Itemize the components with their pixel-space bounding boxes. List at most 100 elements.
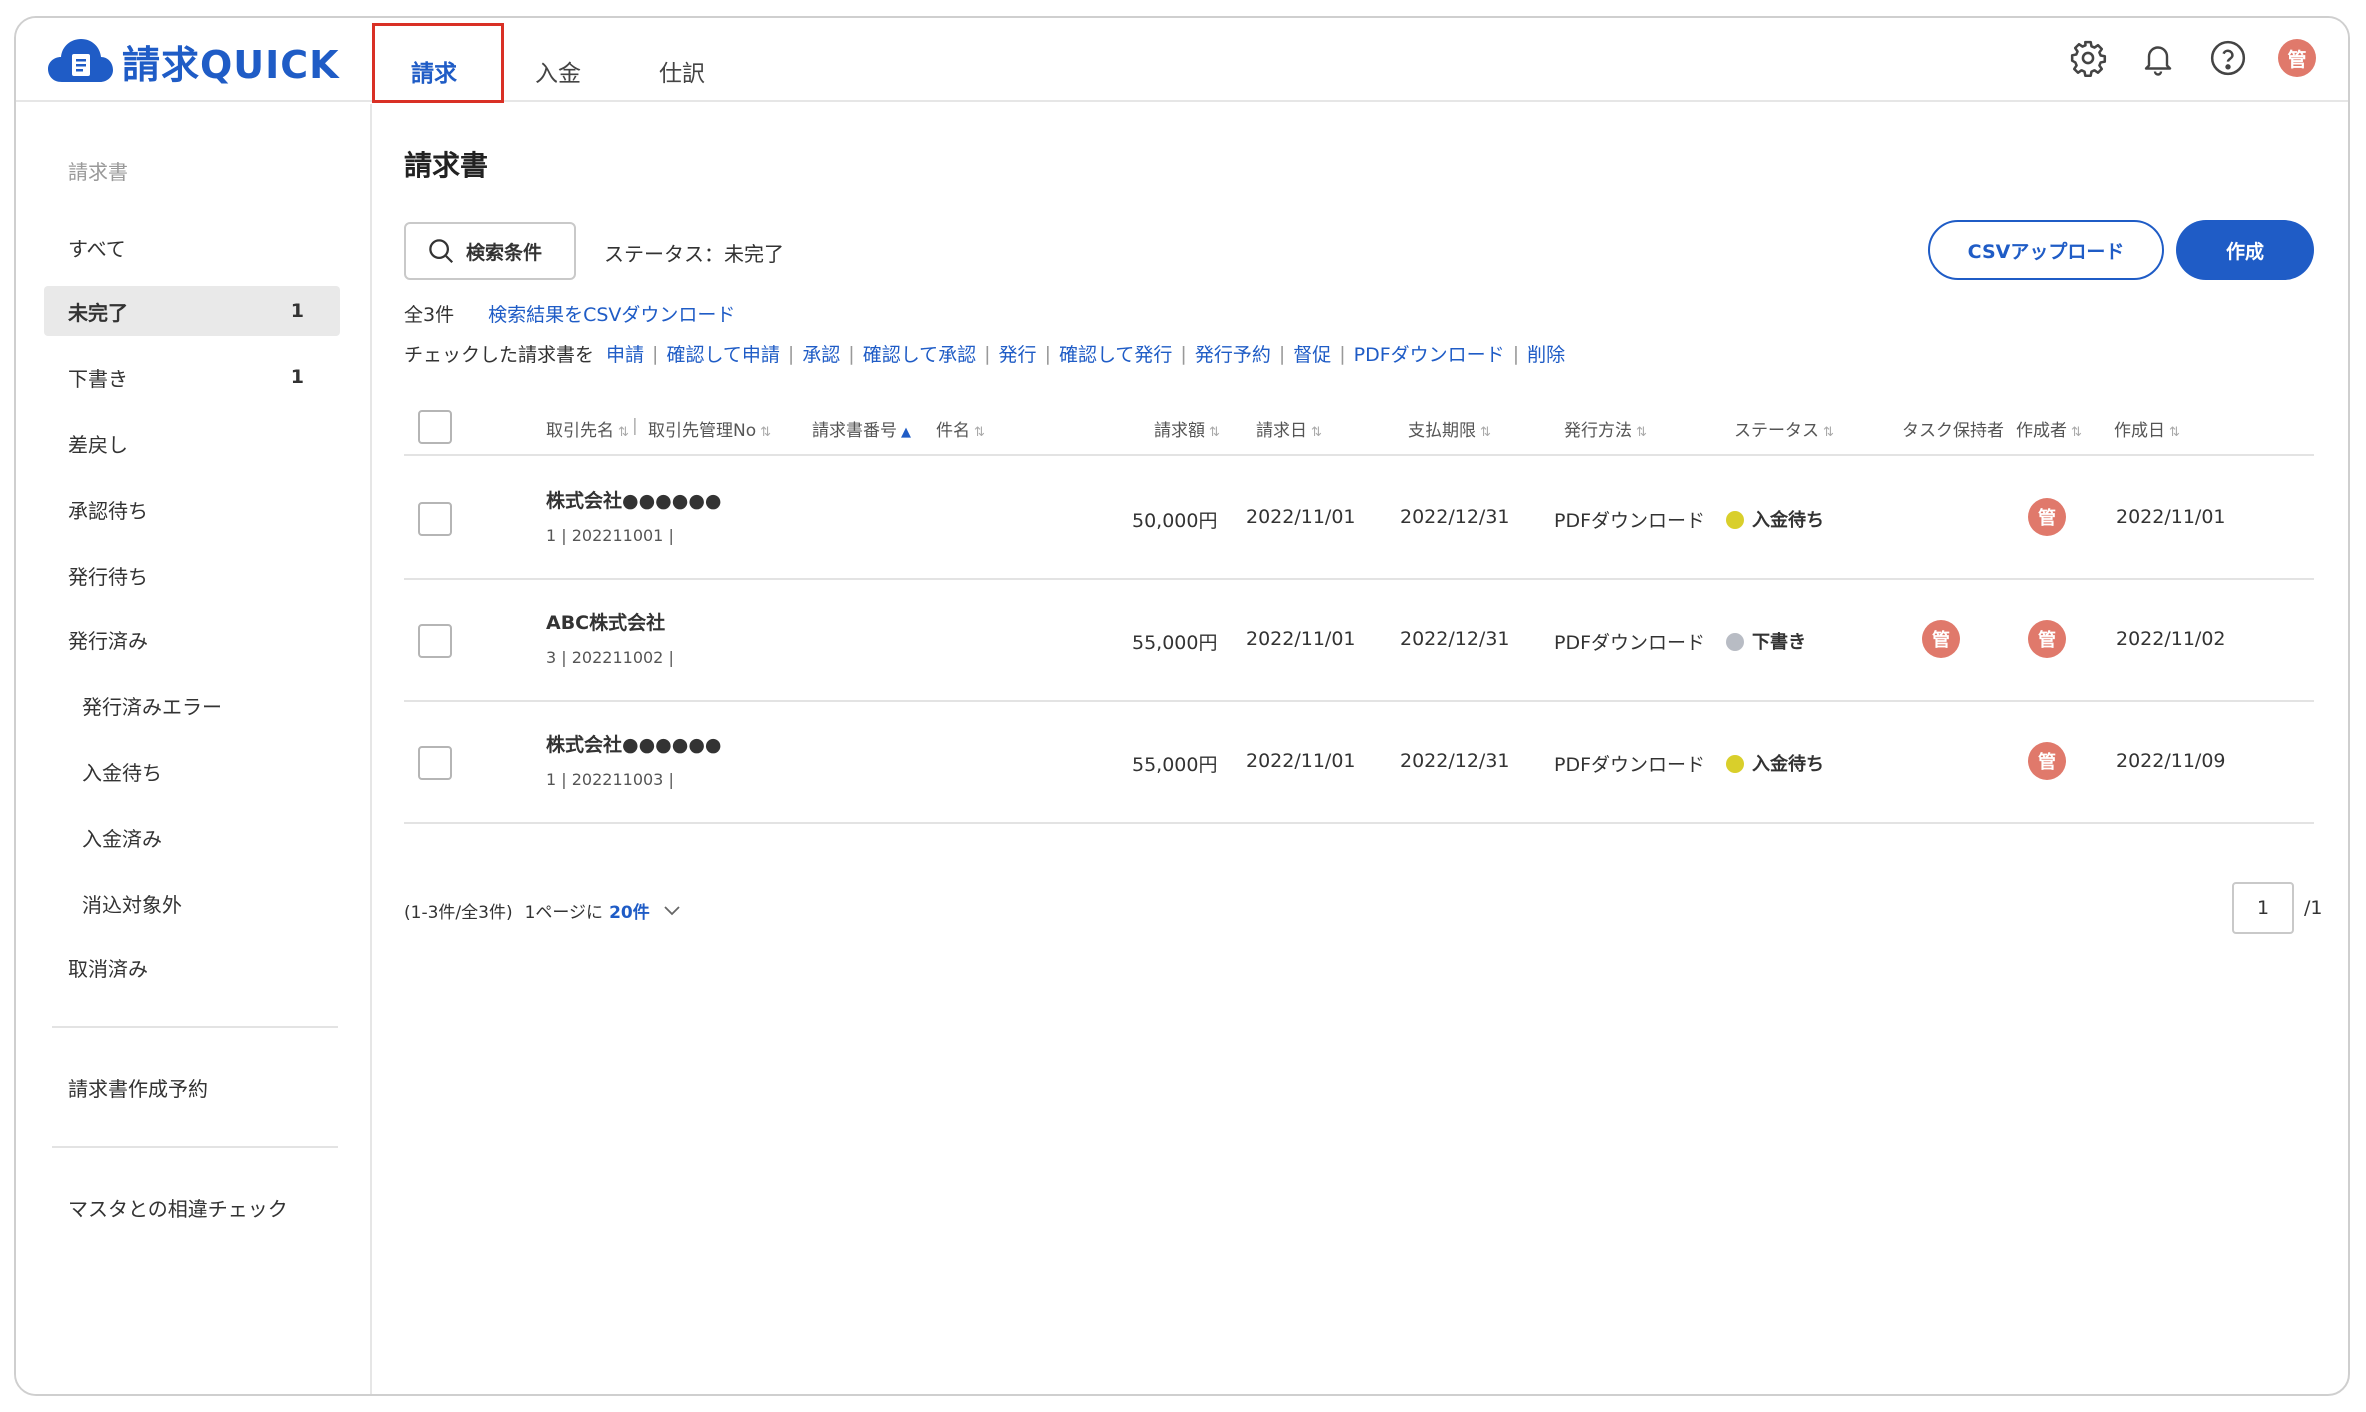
- select-all-checkbox[interactable]: [418, 410, 452, 444]
- sidebar-item-label: すべて: [68, 236, 126, 261]
- per-page-label: 1ページに: [524, 903, 604, 923]
- page-number-input[interactable]: 1: [2232, 882, 2294, 934]
- sidebar-item-awaiting-approval[interactable]: 承認待ち: [44, 484, 340, 534]
- chevron-down-icon[interactable]: [662, 904, 682, 918]
- sidebar-item-excluded[interactable]: 消込対象外: [44, 878, 340, 928]
- th-creator[interactable]: 作成者 ⇅: [2016, 416, 2082, 441]
- partner-name[interactable]: ABC株式会社: [546, 608, 665, 635]
- th-label: ステータス: [1734, 421, 1819, 441]
- top-header: 請求QUICK 請求 入金 仕訳 管: [16, 18, 2348, 103]
- th-created[interactable]: 作成日 ⇅: [2114, 416, 2180, 441]
- logo[interactable]: 請求QUICK: [46, 36, 340, 87]
- sidebar-item-returned[interactable]: 差戻し: [44, 418, 340, 468]
- app-window: 請求QUICK 請求 入金 仕訳 管 請求書 すべて 未完了 1 下書き 1 差…: [14, 16, 2350, 1396]
- amount: 50,000円: [1132, 510, 1218, 532]
- bulk-apply-link[interactable]: 申請: [606, 340, 644, 367]
- search-conditions-button[interactable]: 検索条件: [404, 222, 576, 280]
- sidebar-item-paid[interactable]: 入金済み: [44, 812, 340, 862]
- status-dot-icon: [1726, 755, 1744, 773]
- sort-asc-icon: ▲: [901, 425, 911, 440]
- sidebar-item-issued-error[interactable]: 発行済みエラー: [44, 680, 340, 730]
- create-button[interactable]: 作成: [2176, 220, 2314, 280]
- bulk-confirm-approve-link[interactable]: 確認して承認: [863, 340, 976, 367]
- sort-icon: ⇅: [974, 425, 985, 440]
- bulk-confirm-issue-link[interactable]: 確認して発行: [1059, 340, 1172, 367]
- divider: |: [787, 342, 795, 365]
- creator-avatar: 管: [2028, 742, 2066, 780]
- sidebar-item-incomplete[interactable]: 未完了 1: [44, 286, 340, 336]
- th-partner-no[interactable]: 取引先管理No ⇅: [648, 416, 771, 441]
- th-date[interactable]: 請求日 ⇅: [1256, 416, 1322, 441]
- th-due[interactable]: 支払期限 ⇅: [1408, 416, 1491, 441]
- th-subject[interactable]: 件名 ⇅: [936, 416, 985, 441]
- sidebar-item-label: 発行済み: [68, 628, 148, 653]
- th-amount[interactable]: 請求額 ⇅: [1154, 416, 1220, 441]
- divider: |: [1044, 342, 1051, 365]
- created-date: 2022/11/01: [2116, 506, 2226, 528]
- sidebar-item-label: マスタとの相違チェック: [68, 1196, 288, 1221]
- pagination-info: (1-3件/全3件) 1ページに 20件: [404, 898, 682, 923]
- sidebar-item-label: 発行済みエラー: [82, 694, 222, 719]
- sidebar-item-issued[interactable]: 発行済み: [44, 614, 340, 664]
- user-avatar[interactable]: 管: [2278, 39, 2316, 77]
- tab-journal[interactable]: 仕訳: [620, 18, 744, 102]
- due-date: 2022/12/31: [1400, 628, 1510, 650]
- csv-upload-button[interactable]: CSVアップロード: [1928, 220, 2164, 280]
- partner-name[interactable]: 株式会社●●●●●●: [546, 486, 721, 513]
- th-partner[interactable]: 取引先名 ⇅: [546, 416, 629, 441]
- table-header: 取引先名 ⇅ | 取引先管理No ⇅ 請求書番号 ▲ 件名 ⇅ 請求額 ⇅ 請求日 ⇅ 支払…: [404, 404, 2314, 456]
- bulk-confirm-apply-link[interactable]: 確認して申請: [666, 340, 779, 367]
- bulk-reminder-link[interactable]: 督促: [1293, 340, 1331, 367]
- partner-name[interactable]: 株式会社●●●●●●: [546, 730, 721, 757]
- sort-icon: ⇅: [760, 425, 772, 440]
- bulk-actions: チェックした請求書を 申請 | 確認して申請 | 承認 | 確認して承認 | 発…: [404, 340, 1565, 367]
- bulk-approve-link[interactable]: 承認: [802, 340, 840, 367]
- th-task-holder: タスク保持者: [1902, 416, 2004, 441]
- tab-invoice[interactable]: 請求: [372, 18, 496, 102]
- per-page-select[interactable]: 20件: [609, 898, 650, 923]
- th-method[interactable]: 発行方法 ⇅: [1564, 416, 1647, 441]
- th-label: 作成日: [2114, 421, 2165, 441]
- status-label: 入金待ち: [1752, 510, 1824, 531]
- help-icon[interactable]: [2208, 38, 2248, 78]
- bulk-delete-link[interactable]: 削除: [1527, 340, 1565, 367]
- bulk-pdf-download-link[interactable]: PDFダウンロード: [1354, 340, 1505, 367]
- sidebar-item-label: 未完了: [68, 300, 128, 325]
- sidebar-item-awaiting-payment[interactable]: 入金待ち: [44, 746, 340, 796]
- sidebar-item-awaiting-issue[interactable]: 発行待ち: [44, 550, 340, 600]
- sidebar-item-draft[interactable]: 下書き 1: [44, 352, 340, 402]
- bulk-schedule-issue-link[interactable]: 発行予約: [1195, 340, 1271, 367]
- row-checkbox[interactable]: [418, 624, 452, 658]
- gear-icon[interactable]: [2068, 38, 2108, 78]
- bulk-issue-link[interactable]: 発行: [999, 340, 1037, 367]
- th-label: 請求書番号: [812, 421, 897, 441]
- header-icons: 管: [2068, 38, 2316, 78]
- sort-icon: ⇅: [1311, 425, 1322, 440]
- issue-method: PDFダウンロード: [1554, 754, 1706, 776]
- th-label: 件名: [936, 421, 970, 441]
- cloud-logo-icon: [46, 36, 114, 86]
- partner-sub-info: 3 | 202211002 |: [546, 648, 674, 667]
- csv-download-link[interactable]: 検索結果をCSVダウンロード: [488, 300, 735, 327]
- sidebar-item-label: 承認待ち: [68, 498, 148, 523]
- sidebar-item-reserve[interactable]: 請求書作成予約: [44, 1062, 340, 1112]
- sidebar-item-label: 入金待ち: [82, 760, 162, 785]
- bell-icon[interactable]: [2138, 38, 2178, 78]
- creator-avatar: 管: [2028, 498, 2066, 536]
- bulk-actions-prefix: チェックした請求書を: [404, 344, 595, 366]
- th-status[interactable]: ステータス ⇅: [1734, 416, 1834, 441]
- sidebar-item-all[interactable]: すべて: [44, 222, 340, 272]
- table-row[interactable]: 株式会社●●●●●● 1 | 202211001 | 50,000円 2022/…: [404, 458, 2314, 580]
- row-checkbox[interactable]: [418, 502, 452, 536]
- tab-payment[interactable]: 入金: [496, 18, 620, 102]
- result-count-line: 全3件 検索結果をCSVダウンロード: [404, 300, 735, 327]
- sidebar-heading: 請求書: [68, 160, 128, 184]
- table-row[interactable]: ABC株式会社 3 | 202211002 | 55,000円 2022/11/…: [404, 580, 2314, 702]
- sidebar-item-cancelled[interactable]: 取消済み: [44, 942, 340, 992]
- th-invoice-no[interactable]: 請求書番号 ▲: [812, 416, 911, 441]
- sidebar-item-master-check[interactable]: マスタとの相違チェック: [44, 1182, 340, 1232]
- table-row[interactable]: 株式会社●●●●●● 1 | 202211003 | 55,000円 2022/…: [404, 702, 2314, 824]
- sort-icon: ⇅: [2169, 425, 2180, 440]
- row-checkbox[interactable]: [418, 746, 452, 780]
- divider: |: [632, 416, 638, 436]
